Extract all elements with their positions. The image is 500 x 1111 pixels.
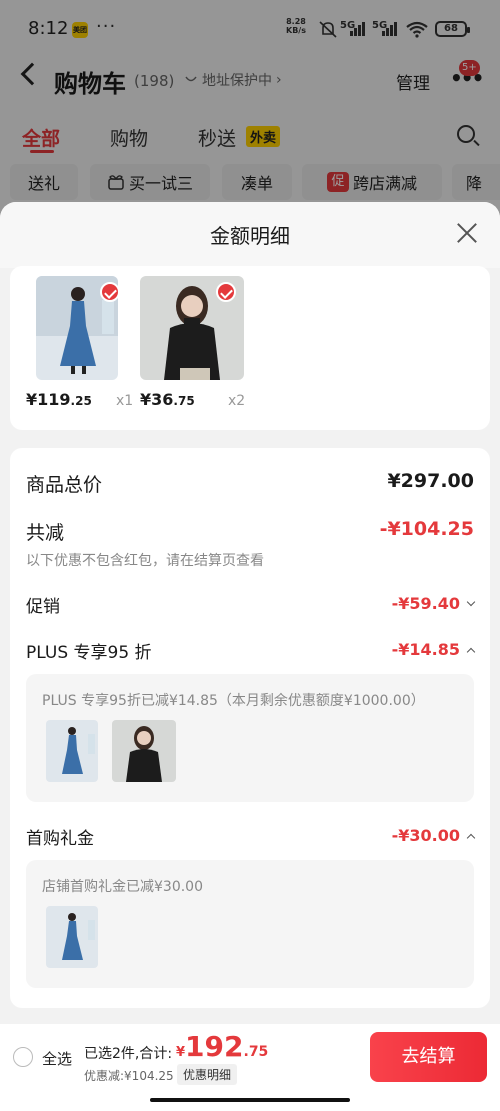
selected-products-card: ¥119.25 x1 ¥36.75 x2 <box>10 266 490 430</box>
gift-note: 店铺首购礼金已减¥30.00 <box>42 879 203 895</box>
selected-count: 已选2件,合计: <box>84 1046 173 1062</box>
home-indicator[interactable] <box>150 1098 350 1102</box>
goods-total-value: ¥297.00 <box>387 470 474 492</box>
first-purchase-gift-value: -¥30.00 <box>391 826 460 845</box>
plus-discount-value: -¥14.85 <box>391 640 460 659</box>
dress-qty: x1 <box>116 393 134 409</box>
chevron-up-icon <box>466 647 476 656</box>
dress-price: ¥119.25 <box>26 390 92 409</box>
promo-label: 促销 <box>26 597 60 617</box>
total-reduce-value: -¥104.25 <box>379 518 474 540</box>
chevron-down-icon <box>466 597 476 607</box>
gift-detail: 店铺首购礼金已减¥30.00 <box>26 860 474 988</box>
checkout-button[interactable]: 去结算 <box>370 1032 487 1082</box>
total-dec: .75 <box>243 1044 269 1060</box>
total-reduce-label: 共减 <box>26 522 65 544</box>
plus-item-thumb-sweater <box>112 720 176 782</box>
sweater-qty: x2 <box>228 393 246 409</box>
total-int: 192 <box>185 1030 244 1063</box>
plus-row-toggle[interactable]: -¥14.85 <box>391 640 476 659</box>
reduce-note: 以下优惠不包含红包，请在结算页查看 <box>26 553 264 569</box>
sweater-price-int: ¥36 <box>140 390 174 409</box>
sweater-price: ¥36.75 <box>140 390 195 409</box>
first-purchase-gift-label: 首购礼金 <box>26 829 94 849</box>
goods-total-label: 商品总价 <box>26 474 103 496</box>
discount-summary: 优惠减:¥104.25 <box>84 1069 174 1083</box>
promo-row-toggle[interactable]: -¥59.40 <box>391 594 476 613</box>
total-price: ¥192.75 <box>176 1030 268 1063</box>
dress-selected-check-icon[interactable] <box>100 282 120 302</box>
plus-item-thumb-dress <box>46 720 98 782</box>
blue-dress-mini-image <box>46 906 98 968</box>
promo-value: -¥59.40 <box>391 594 460 613</box>
sweater-selected-check-icon[interactable] <box>216 282 236 302</box>
chevron-up-icon <box>466 833 476 842</box>
sheet-title: 金额明细 <box>210 224 290 248</box>
sweater-price-dec: .75 <box>173 394 195 408</box>
dress-price-dec: .25 <box>70 394 92 408</box>
plus-discount-label: PLUS 专享95 折 <box>26 643 152 663</box>
total-currency: ¥ <box>176 1045 186 1060</box>
gift-item-thumb-dress <box>46 906 98 968</box>
blue-dress-mini-image <box>46 720 98 782</box>
price-breakdown-card: 商品总价 ¥297.00 共减 -¥104.25 以下优惠不包含红包，请在结算页… <box>10 448 490 1008</box>
dress-price-int: ¥119 <box>26 390 71 409</box>
select-all-radio[interactable] <box>13 1047 33 1067</box>
discount-detail-button[interactable]: 优惠明细 <box>177 1064 238 1085</box>
plus-discount-detail: PLUS 专享95折已减¥14.85（本月剩余优惠额度¥1000.00） <box>26 674 474 802</box>
select-all-label[interactable]: 全选 <box>42 1048 72 1069</box>
plus-discount-note: PLUS 专享95折已减¥14.85（本月剩余优惠额度¥1000.00） <box>42 693 425 709</box>
black-sweater-mini-image <box>112 720 176 782</box>
gift-row-toggle[interactable]: -¥30.00 <box>391 826 476 845</box>
amount-detail-sheet: 金额明细 ¥119.25 x1 ¥36.75 x2 商品总价 ¥297.00 共… <box>0 202 500 1111</box>
close-icon[interactable] <box>456 222 478 244</box>
